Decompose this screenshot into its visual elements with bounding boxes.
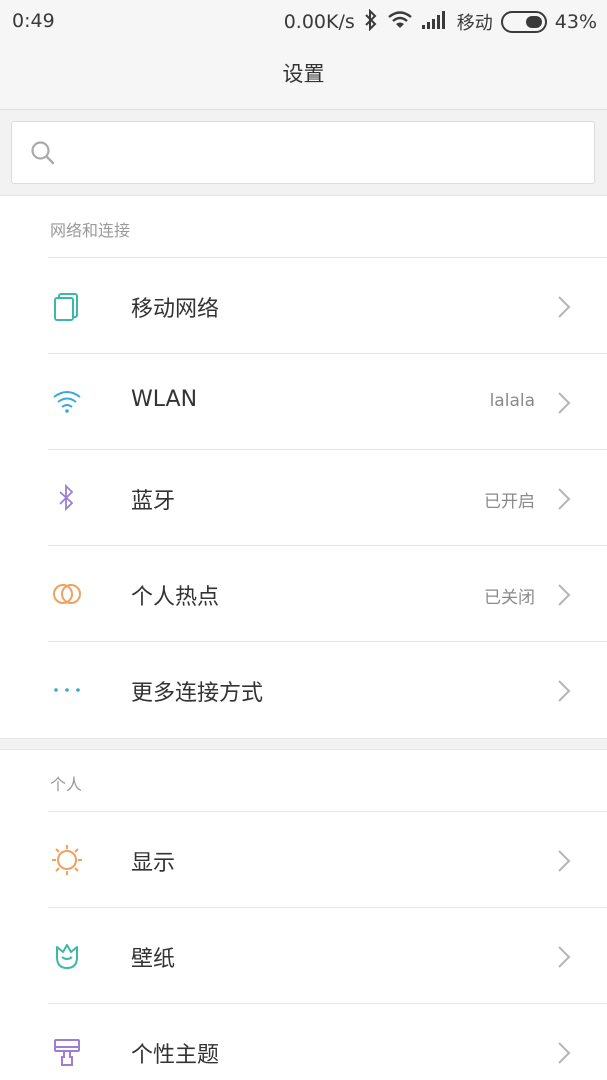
search-icon <box>30 140 56 170</box>
chevron-right-icon <box>557 487 571 515</box>
signal-icon <box>421 10 447 35</box>
section-header-personal: 个人 <box>50 775 83 794</box>
chevron-right-icon <box>557 583 571 611</box>
search-input[interactable] <box>72 132 572 174</box>
battery-icon <box>500 11 547 33</box>
section-network: 网络和连接 移动网络 WLAN lalala 蓝牙 已开启 个人热点 已关闭 更… <box>0 197 607 738</box>
tulip-icon <box>50 939 84 973</box>
status-bar: 0:49 0.00K/s 移动 43% <box>0 0 607 44</box>
row-label: 蓝牙 <box>131 489 176 514</box>
carrier-name: 移动 <box>456 13 493 34</box>
row-label: 个人热点 <box>131 585 220 610</box>
settings-row-mobile-network[interactable]: 移动网络 <box>0 257 607 353</box>
chevron-right-icon <box>557 945 571 973</box>
top-bar: 0:49 0.00K/s 移动 43% 设置 <box>0 0 607 110</box>
hotspot-rings-icon <box>50 577 84 611</box>
search-area <box>0 110 607 196</box>
battery-percent: 43% <box>554 11 597 33</box>
row-value: lalala <box>489 391 535 411</box>
settings-row-wallpaper[interactable]: 壁纸 <box>0 907 607 1003</box>
bluetooth-icon <box>363 8 379 36</box>
chevron-right-icon <box>557 679 571 707</box>
chevron-right-icon <box>557 849 571 877</box>
search-box[interactable] <box>11 121 595 184</box>
more-dots-icon <box>50 673 84 707</box>
status-right-group: 0.00K/s 移动 43% <box>284 8 597 36</box>
section-personal: 个人 显示 壁纸 个性主题 <box>0 751 607 1080</box>
page-title: 设置 <box>282 62 325 86</box>
row-label: 壁纸 <box>131 947 176 972</box>
settings-row-theme[interactable]: 个性主题 <box>0 1003 607 1080</box>
status-time: 0:49 <box>12 10 55 32</box>
network-speed: 0.00K/s <box>283 11 355 33</box>
settings-row-display[interactable]: 显示 <box>0 811 607 907</box>
bluetooth-icon <box>50 481 84 515</box>
row-label: 个性主题 <box>131 1043 220 1068</box>
settings-row-more-connections[interactable]: 更多连接方式 <box>0 641 607 737</box>
section-separator <box>0 738 607 750</box>
wifi-icon <box>387 10 413 35</box>
sun-icon <box>50 843 84 877</box>
settings-row-bluetooth[interactable]: 蓝牙 已开启 <box>0 449 607 545</box>
settings-row-wlan[interactable]: WLAN lalala <box>0 353 607 449</box>
row-value: 已开启 <box>484 492 535 512</box>
sim-card-icon <box>50 289 84 323</box>
brush-icon <box>50 1035 84 1069</box>
chevron-right-icon <box>557 1041 571 1069</box>
chevron-right-icon <box>557 391 571 419</box>
row-value: 已关闭 <box>484 588 535 608</box>
settings-row-hotspot[interactable]: 个人热点 已关闭 <box>0 545 607 641</box>
section-header-network: 网络和连接 <box>50 221 131 240</box>
row-label: WLAN <box>131 387 198 412</box>
wifi-icon <box>50 385 84 419</box>
chevron-right-icon <box>557 295 571 323</box>
row-label: 移动网络 <box>131 297 220 322</box>
row-label: 更多连接方式 <box>131 681 264 706</box>
row-label: 显示 <box>131 851 176 876</box>
